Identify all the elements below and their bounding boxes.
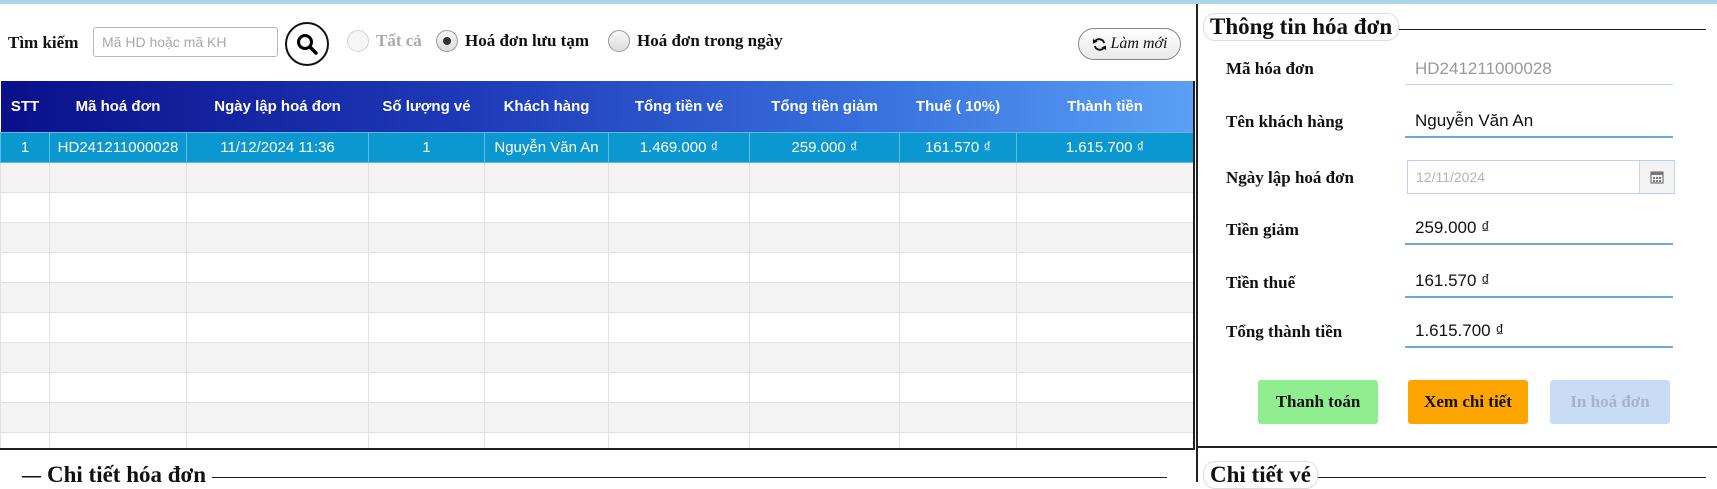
calendar-button[interactable] <box>1639 161 1674 193</box>
refresh-button[interactable]: Làm mới <box>1078 28 1181 60</box>
tax-field[interactable]: 161.570 ₫ <box>1405 266 1673 298</box>
radio-today-invoices-label: Hoá đơn trong ngày <box>637 31 783 50</box>
radio-temp-invoices[interactable]: Hoá đơn lưu tạm <box>436 30 589 52</box>
section-divider <box>0 448 1195 450</box>
section-divider <box>1198 446 1717 448</box>
grand-total-field[interactable]: 1.615.700 ₫ <box>1405 316 1673 348</box>
top-accent-bar <box>0 0 1717 4</box>
cell-ticket-count: 1 <box>368 131 485 163</box>
radio-temp-invoices-label: Hoá đơn lưu tạm <box>465 31 589 50</box>
discount-field[interactable]: 259.000 ₫ <box>1405 213 1673 245</box>
calendar-icon <box>1650 171 1664 184</box>
table-row-empty <box>0 341 1193 373</box>
radio-today-invoices[interactable]: Hoá đơn trong ngày <box>608 30 783 52</box>
grand-total-label: Tổng thành tiền <box>1226 322 1343 341</box>
column-header[interactable]: Tổng tiền giảm <box>750 81 900 132</box>
search-icon <box>297 34 318 55</box>
column-header[interactable]: Thành tiền <box>1017 81 1194 132</box>
table-row-empty <box>0 311 1193 343</box>
column-header[interactable]: Mã hoá đơn <box>50 81 187 132</box>
table-header: STT Mã hoá đơn Ngày lập hoá đơn Số lượng… <box>0 81 1194 132</box>
table-row-empty <box>0 221 1193 253</box>
panel-divider <box>1196 4 1198 482</box>
radio-all-label: Tất cả <box>376 31 422 50</box>
invoice-id-label: Mã hóa đơn <box>1226 59 1314 78</box>
invoice-date-picker[interactable]: 12/11/2024 <box>1407 160 1675 194</box>
invoice-date-label: Ngày lập hoá đơn <box>1226 168 1354 187</box>
search-label: Tìm kiếm <box>8 33 79 52</box>
table-row[interactable]: 1 HD241211000028 11/12/2024 11:36 1 Nguy… <box>0 131 1193 163</box>
radio-circle <box>436 30 458 52</box>
view-detail-button[interactable]: Xem chi tiết <box>1408 380 1528 424</box>
radio-circle <box>608 30 630 52</box>
invoice-info-title: Thông tin hóa đơn <box>1203 13 1400 41</box>
ticket-detail-title: Chi tiết vé <box>1203 461 1318 489</box>
customer-name-field[interactable]: Nguyễn Văn An <box>1405 106 1673 138</box>
invoice-date-value: 12/11/2024 <box>1416 169 1486 185</box>
table-row-empty <box>0 251 1193 283</box>
search-button[interactable] <box>285 22 329 66</box>
column-header[interactable]: Khách hàng <box>485 81 609 132</box>
column-header[interactable]: STT <box>1 81 50 132</box>
cell-invoice-date: 11/12/2024 11:36 <box>186 131 369 163</box>
column-header[interactable]: Tổng tiền vé <box>609 81 750 132</box>
invoice-detail-title: Chi tiết hóa đơn <box>41 462 213 488</box>
discount-label: Tiền giảm <box>1226 220 1299 239</box>
search-input[interactable] <box>93 27 278 57</box>
table-row-empty <box>0 371 1193 403</box>
invoice-id-field: HD241211000028 <box>1405 53 1673 85</box>
tax-label: Tiền thuế <box>1226 273 1296 292</box>
table-row-empty <box>0 431 1193 449</box>
table-row-empty <box>0 281 1193 313</box>
refresh-label: Làm mới <box>1110 35 1168 52</box>
cell-grand-total: 1.615.700 ₫ <box>1016 131 1193 163</box>
column-header[interactable]: Số lượng vé <box>369 81 485 132</box>
radio-all[interactable]: Tất cả <box>347 30 422 52</box>
table-row-empty <box>0 191 1193 223</box>
invoice-table: STT Mã hoá đơn Ngày lập hoá đơn Số lượng… <box>0 81 1195 449</box>
pay-button[interactable]: Thanh toán <box>1258 380 1378 424</box>
cell-ticket-total: 1.469.000 ₫ <box>608 131 750 163</box>
table-row-empty <box>0 401 1193 433</box>
column-header[interactable]: Ngày lập hoá đơn <box>187 81 369 132</box>
radio-circle <box>347 30 369 52</box>
cell-stt: 1 <box>0 131 50 163</box>
refresh-icon <box>1092 37 1106 51</box>
cell-customer: Nguyễn Văn An <box>484 131 609 163</box>
customer-name-label: Tên khách hàng <box>1226 112 1344 131</box>
print-invoice-button[interactable]: In hoá đơn <box>1550 380 1670 424</box>
table-row-empty <box>0 161 1193 193</box>
cell-tax: 161.570 ₫ <box>899 131 1017 163</box>
cell-discount-total: 259.000 ₫ <box>749 131 900 163</box>
cell-invoice-id: HD241211000028 <box>49 131 187 163</box>
column-header[interactable]: Thuế ( 10%) <box>900 81 1017 132</box>
